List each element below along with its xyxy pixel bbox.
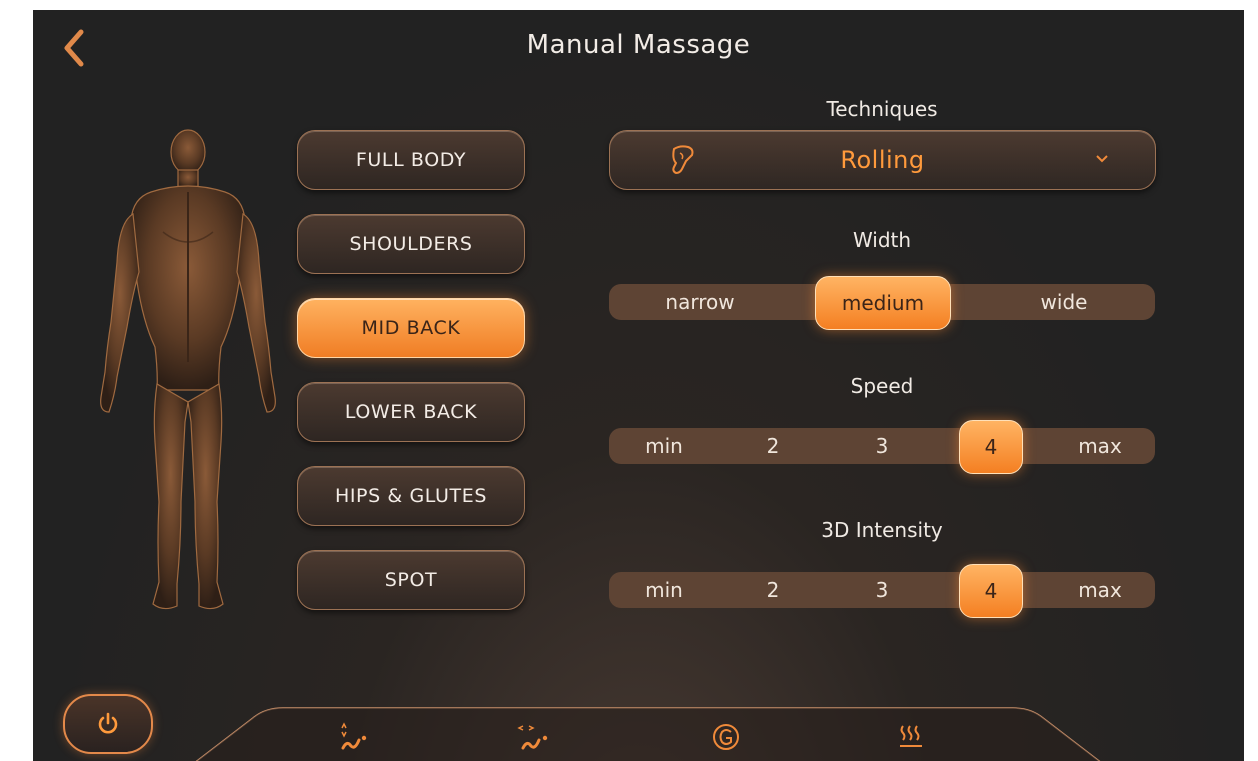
power-button[interactable]: [63, 694, 153, 754]
screen: Manual Massage FULL BODY SHOULDERS MID B…: [33, 10, 1244, 761]
power-icon: [98, 712, 118, 734]
zone-lower-back-button[interactable]: LOWER BACK: [297, 382, 525, 442]
zone-full-body-button[interactable]: FULL BODY: [297, 130, 525, 190]
speed-selector: min 2 3 4 max: [609, 420, 1155, 474]
intensity-4-option[interactable]: 4: [959, 564, 1023, 618]
vertical-massage-icon[interactable]: [339, 722, 369, 752]
heat-icon[interactable]: [897, 722, 925, 752]
speed-min-option[interactable]: min: [609, 428, 719, 464]
speed-3-option[interactable]: 3: [827, 428, 937, 464]
body-figure: [100, 129, 276, 610]
zone-spot-button[interactable]: SPOT: [297, 550, 525, 610]
zone-shoulders-button[interactable]: SHOULDERS: [297, 214, 525, 274]
zone-mid-back-button[interactable]: MID BACK: [297, 298, 525, 358]
g-mode-icon[interactable]: [711, 722, 741, 752]
speed-max-option[interactable]: max: [1045, 428, 1155, 464]
bottom-bar: [195, 707, 1101, 761]
width-medium-option[interactable]: medium: [815, 276, 951, 330]
width-narrow-option[interactable]: narrow: [609, 284, 791, 320]
intensity-selector: min 2 3 4 max: [609, 564, 1155, 618]
speed-2-option[interactable]: 2: [718, 428, 828, 464]
horizontal-massage-icon[interactable]: [517, 722, 551, 752]
intensity-min-option[interactable]: min: [609, 572, 719, 608]
width-wide-option[interactable]: wide: [973, 284, 1155, 320]
intensity-label: 3D Intensity: [821, 518, 943, 542]
techniques-label: Techniques: [826, 97, 938, 121]
speed-4-option[interactable]: 4: [959, 420, 1023, 474]
intensity-2-option[interactable]: 2: [718, 572, 828, 608]
chevron-down-icon: [1096, 155, 1108, 163]
intensity-3-option[interactable]: 3: [827, 572, 937, 608]
page-title: Manual Massage: [526, 30, 751, 60]
zone-hips-glutes-button[interactable]: HIPS & GLUTES: [297, 466, 525, 526]
intensity-max-option[interactable]: max: [1045, 572, 1155, 608]
techniques-dropdown[interactable]: Rolling: [609, 130, 1156, 190]
width-label: Width: [852, 228, 912, 252]
width-selector: narrow medium wide: [609, 276, 1155, 330]
speed-label: Speed: [850, 374, 914, 398]
techniques-value: Rolling: [840, 146, 925, 174]
